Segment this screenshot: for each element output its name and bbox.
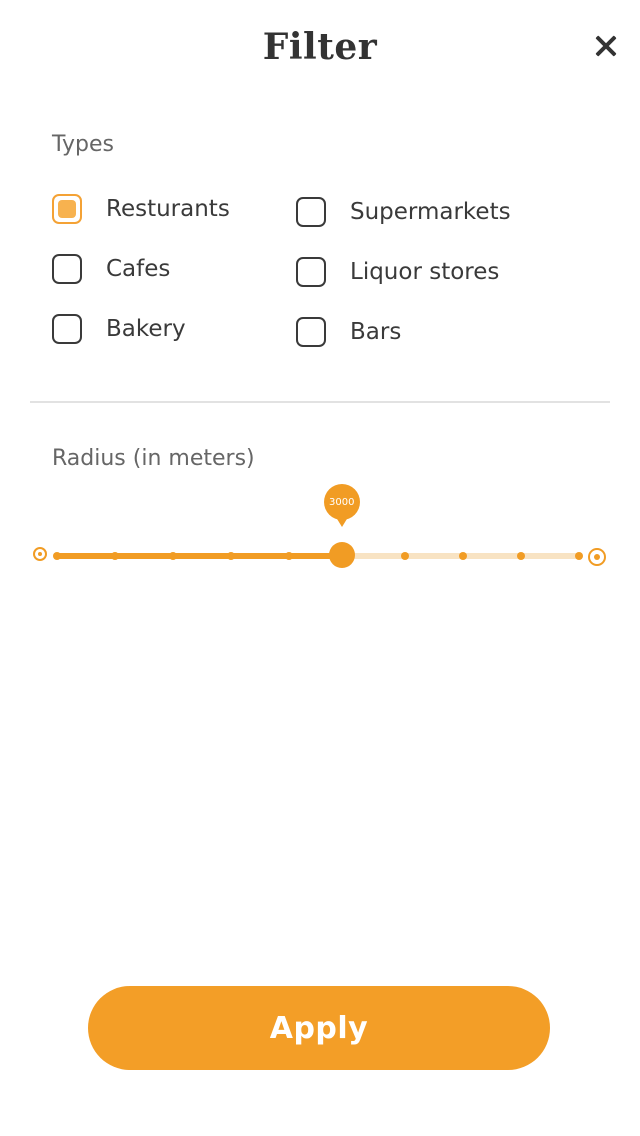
slider-value-label: 3000 (329, 496, 355, 508)
checkbox-label: Bars (350, 319, 402, 345)
slider-tick (111, 552, 119, 560)
slider-thumb[interactable] (328, 542, 355, 568)
checkbox-label: Resturants (106, 196, 230, 222)
slider-tick (575, 552, 583, 560)
checkbox-row-liquor-stores[interactable]: Liquor stores (296, 257, 499, 287)
checkbox-label: Liquor stores (350, 259, 500, 285)
close-icon[interactable] (594, 34, 618, 58)
checkbox-bakery[interactable] (52, 314, 82, 344)
checkbox-supermarkets[interactable] (296, 197, 326, 227)
slider-pin-tail (333, 514, 350, 527)
slider-tick (227, 552, 235, 560)
slider-tick (285, 552, 293, 560)
radius-slider[interactable]: 3000 (0, 480, 640, 590)
checkbox-label: Cafes (106, 256, 171, 282)
checkbox-row-bars[interactable]: Bars (296, 317, 401, 347)
checkbox-label: Bakery (106, 316, 186, 342)
apply-button[interactable]: Apply (88, 986, 550, 1070)
types-label: Types (52, 132, 114, 157)
checkbox-liquor-stores[interactable] (296, 257, 326, 287)
checkbox-row-supermarkets[interactable]: Supermarkets (296, 197, 511, 227)
slider-tick (53, 552, 61, 560)
min-radius-icon (33, 547, 47, 561)
checkbox-row-resturants[interactable]: Resturants (52, 194, 230, 224)
slider-tick (401, 552, 409, 560)
radius-label: Radius (in meters) (52, 446, 255, 471)
checkbox-bars[interactable] (296, 317, 326, 347)
checkbox-resturants[interactable] (52, 194, 82, 224)
checkbox-row-bakery[interactable]: Bakery (52, 314, 186, 344)
checkbox-cafes[interactable] (52, 254, 82, 284)
slider-tick (459, 552, 467, 560)
checkbox-label: Supermarkets (350, 199, 511, 225)
slider-tick (517, 552, 525, 560)
page-title: Filter (262, 26, 378, 68)
max-radius-icon (588, 548, 606, 566)
slider-track-fill (54, 553, 342, 559)
slider-tick (169, 552, 177, 560)
section-divider (30, 401, 610, 403)
checkbox-row-cafes[interactable]: Cafes (52, 254, 170, 284)
